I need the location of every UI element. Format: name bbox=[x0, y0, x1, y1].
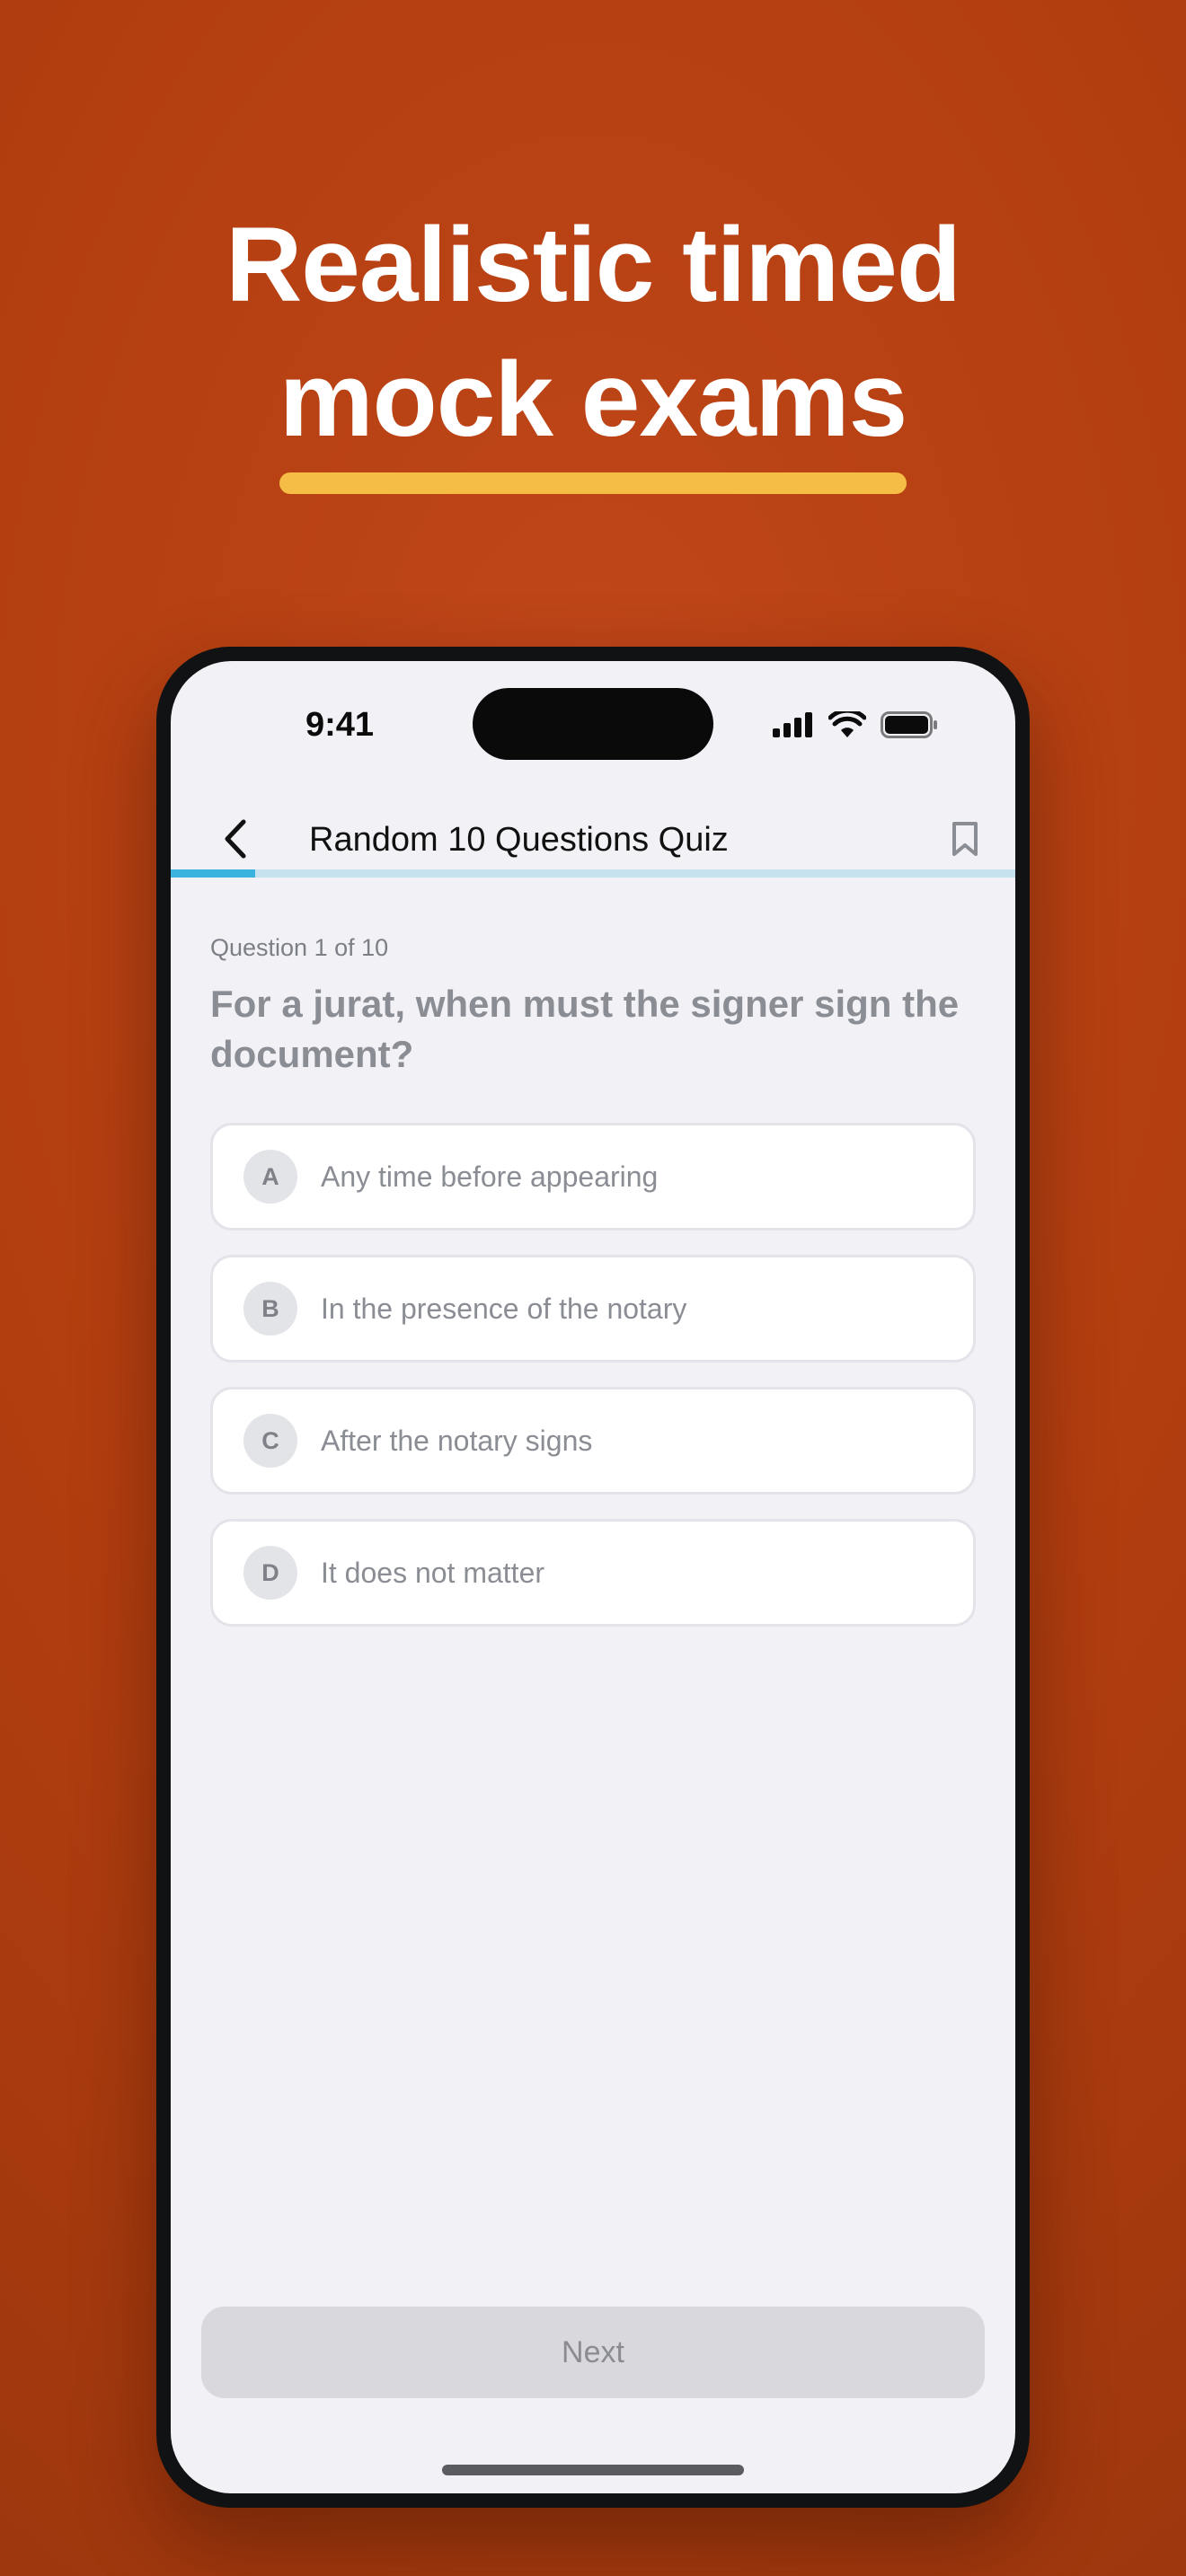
headline-line-2-wrapper: mock exams bbox=[279, 332, 907, 494]
back-button[interactable] bbox=[208, 814, 262, 868]
cellular-signal-icon bbox=[773, 712, 814, 742]
progress-track bbox=[171, 869, 1015, 878]
nav-title: Random 10 Questions Quiz bbox=[309, 821, 729, 859]
headline-line-1: Realistic timed bbox=[226, 206, 961, 324]
headline-line-2: mock exams bbox=[279, 340, 907, 459]
bookmark-icon bbox=[951, 820, 979, 862]
dynamic-island bbox=[473, 688, 713, 760]
chevron-left-icon bbox=[222, 818, 249, 864]
wifi-icon bbox=[828, 708, 867, 743]
option-d[interactable]: D It does not matter bbox=[210, 1519, 976, 1627]
battery-icon bbox=[881, 711, 938, 743]
progress-fill bbox=[171, 869, 255, 878]
headline-underline bbox=[279, 472, 907, 494]
answer-options: A Any time before appearing B In the pre… bbox=[210, 1123, 976, 1651]
option-c[interactable]: C After the notary signs bbox=[210, 1387, 976, 1495]
option-letter: A bbox=[243, 1150, 297, 1204]
option-letter: D bbox=[243, 1546, 297, 1600]
option-a[interactable]: A Any time before appearing bbox=[210, 1123, 976, 1231]
option-b[interactable]: B In the presence of the notary bbox=[210, 1255, 976, 1363]
status-icons bbox=[773, 708, 938, 743]
option-letter: B bbox=[243, 1282, 297, 1336]
headline: Realistic timed mock exams bbox=[0, 198, 1186, 494]
option-text: After the notary signs bbox=[321, 1424, 593, 1457]
option-text: In the presence of the notary bbox=[321, 1292, 687, 1325]
status-time: 9:41 bbox=[305, 706, 375, 744]
bookmark-button[interactable] bbox=[940, 816, 990, 866]
next-button[interactable]: Next bbox=[201, 2307, 985, 2398]
option-text: Any time before appearing bbox=[321, 1160, 659, 1193]
option-text: It does not matter bbox=[321, 1556, 545, 1589]
option-letter: C bbox=[243, 1414, 297, 1468]
